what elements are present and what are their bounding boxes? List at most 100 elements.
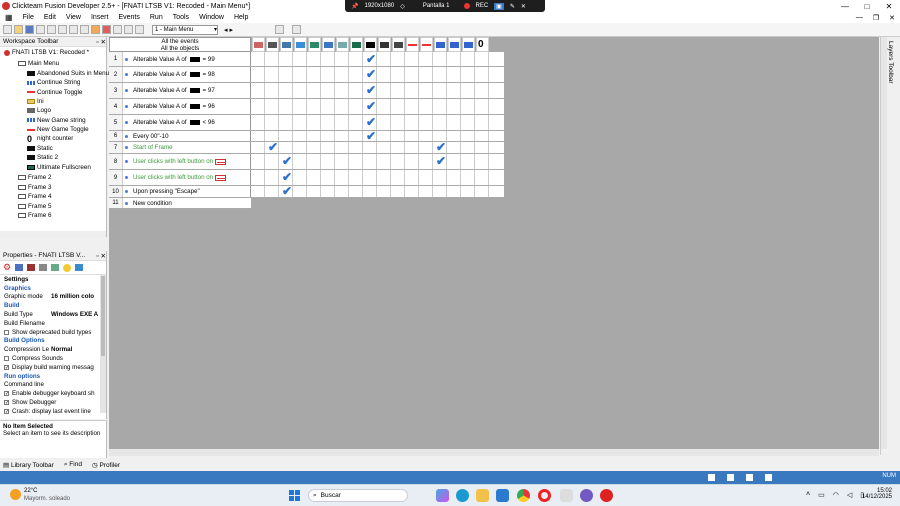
menu-minimize-icon[interactable]: — bbox=[851, 14, 868, 21]
tree-object-item[interactable]: 0 night counter bbox=[27, 134, 73, 144]
tree-object-item[interactable]: Static 2 bbox=[27, 153, 58, 162]
tree-frame-item[interactable]: Frame 2 bbox=[18, 173, 51, 182]
tree-object-item[interactable]: Logo bbox=[27, 106, 51, 115]
clickteam-icon[interactable] bbox=[600, 489, 613, 502]
build-icon[interactable] bbox=[113, 25, 122, 34]
event-condition[interactable]: User clicks with left button on bbox=[125, 154, 227, 169]
checkmark-icon[interactable]: ✔ bbox=[282, 170, 292, 184]
pin-icon[interactable]: 📌 bbox=[351, 3, 358, 10]
tree-object-item[interactable]: Continue Toggle bbox=[27, 88, 82, 97]
property-value[interactable]: Windows EXE A bbox=[51, 311, 98, 318]
save-icon[interactable] bbox=[25, 25, 34, 34]
menu-insert[interactable]: Insert bbox=[86, 14, 114, 21]
redo-icon[interactable] bbox=[80, 25, 89, 34]
menu-tools[interactable]: Tools bbox=[168, 14, 194, 21]
checkmark-icon[interactable]: ✔ bbox=[282, 154, 292, 168]
tree-object-item[interactable]: Static bbox=[27, 144, 53, 153]
maximize-button[interactable]: □ bbox=[856, 0, 878, 12]
start-icon[interactable] bbox=[289, 490, 300, 501]
create-icon[interactable] bbox=[308, 37, 321, 52]
event-row[interactable]: 9 User clicks with left button on bbox=[109, 170, 504, 186]
paste-icon[interactable] bbox=[58, 25, 67, 34]
opera-icon[interactable] bbox=[538, 489, 551, 502]
event-row[interactable]: 2 Alterable Value A of = 98 bbox=[109, 67, 504, 83]
checkbox[interactable]: ✓ bbox=[4, 364, 9, 370]
property-value[interactable]: 16 million colo bbox=[51, 293, 94, 300]
event-condition[interactable]: Start of Frame bbox=[125, 142, 173, 153]
event-row[interactable]: 5 Alterable Value A of < 96 bbox=[109, 115, 504, 131]
property-row[interactable]: ✓ Enable debugger keyboard sh bbox=[0, 389, 106, 398]
tree-frame-item[interactable]: Frame 5 bbox=[18, 202, 51, 211]
checkmark-icon[interactable]: ✔ bbox=[282, 184, 292, 198]
checkbox[interactable] bbox=[4, 329, 9, 335]
tree-frame-item[interactable]: Frame 4 bbox=[18, 192, 51, 201]
property-row[interactable]: Build Filename bbox=[0, 319, 106, 328]
app-icon[interactable] bbox=[580, 489, 593, 502]
checkmark-icon[interactable]: ✔ bbox=[366, 67, 376, 81]
new-game-toggle-icon[interactable] bbox=[420, 37, 433, 52]
find-tab[interactable]: ⌕ Find bbox=[64, 461, 82, 469]
run-app-icon[interactable] bbox=[91, 25, 100, 34]
rec-button[interactable]: REC bbox=[476, 3, 489, 9]
hscroll[interactable] bbox=[109, 449, 879, 456]
player-icon[interactable] bbox=[336, 37, 349, 52]
event-row[interactable]: 11 New condition bbox=[109, 198, 251, 209]
chrome-icon[interactable] bbox=[517, 489, 530, 502]
checkbox[interactable]: ✓ bbox=[4, 408, 9, 414]
menu-edit[interactable]: Edit bbox=[39, 14, 61, 21]
event-view-icon[interactable] bbox=[292, 25, 302, 34]
tree-object-item[interactable]: Continue String bbox=[27, 78, 80, 87]
checkmark-icon[interactable]: ✔ bbox=[366, 129, 376, 143]
app-icon[interactable] bbox=[560, 489, 573, 502]
night-counter-icon[interactable]: 0 bbox=[476, 37, 489, 52]
checkbox[interactable]: ✓ bbox=[4, 400, 9, 406]
event-condition[interactable]: Upon pressing "Escape" bbox=[125, 186, 200, 197]
storyboard-icon[interactable] bbox=[280, 37, 293, 52]
event-row[interactable]: 1 Alterable Value A of = 99 bbox=[109, 52, 504, 67]
grid-icon[interactable] bbox=[135, 25, 144, 34]
panel-controls-icon[interactable]: ▫ ✕ bbox=[96, 38, 106, 46]
checkmark-icon[interactable]: ✔ bbox=[268, 140, 278, 154]
keyboard-icon[interactable] bbox=[322, 37, 335, 52]
ws-hscroll[interactable] bbox=[0, 231, 106, 237]
tree-app[interactable]: FNATI LTSB V1: Recoded * bbox=[4, 48, 89, 57]
open-icon[interactable] bbox=[14, 25, 23, 34]
runtime-tab-icon[interactable] bbox=[27, 264, 36, 271]
copilot-icon[interactable] bbox=[436, 489, 449, 502]
minimize-button[interactable]: — bbox=[834, 0, 856, 12]
menu-view[interactable]: View bbox=[61, 14, 86, 21]
ultimate-fullscreen-icon[interactable] bbox=[350, 37, 363, 52]
event-condition[interactable]: Alterable Value A of = 96 bbox=[125, 99, 215, 114]
values-tab-icon[interactable] bbox=[39, 264, 48, 271]
run-frame-icon[interactable] bbox=[102, 25, 111, 34]
checkbox[interactable]: ✓ bbox=[4, 391, 9, 397]
window-tab-icon[interactable] bbox=[15, 264, 24, 271]
timer-icon[interactable] bbox=[294, 37, 307, 52]
weather-icon[interactable] bbox=[10, 489, 21, 500]
panel-controls-icon[interactable]: ▫ ✕ bbox=[96, 252, 106, 260]
test-icon[interactable] bbox=[124, 25, 133, 34]
new-game-string-icon[interactable] bbox=[448, 37, 461, 52]
pen-icon[interactable]: ✎ bbox=[510, 3, 515, 10]
chevron-up-icon[interactable]: ˄ bbox=[806, 491, 810, 499]
copy-icon[interactable] bbox=[47, 25, 56, 34]
undo-icon[interactable] bbox=[69, 25, 78, 34]
static-icon[interactable] bbox=[378, 37, 391, 52]
tree-frame-item[interactable]: Frame 3 bbox=[18, 183, 51, 192]
checkmark-icon[interactable]: ✔ bbox=[436, 154, 446, 168]
tree-object-item[interactable]: New Game string bbox=[27, 116, 86, 125]
event-row[interactable]: 3 Alterable Value A of = 97 bbox=[109, 83, 504, 99]
checkmark-icon[interactable]: ✔ bbox=[436, 140, 446, 154]
continue-toggle-icon[interactable] bbox=[406, 37, 419, 52]
menu-help[interactable]: Help bbox=[229, 14, 253, 21]
explorer-icon[interactable] bbox=[476, 489, 489, 502]
close-icon[interactable]: ✕ bbox=[521, 3, 526, 10]
property-value[interactable]: Normal bbox=[51, 346, 72, 353]
profiler-tab[interactable]: ◷ Profiler bbox=[92, 461, 120, 469]
settings-tab-icon[interactable]: ⚙ bbox=[3, 262, 11, 273]
menu-run[interactable]: Run bbox=[145, 14, 168, 21]
next-frame-icon[interactable]: ▸ bbox=[230, 26, 234, 34]
property-row[interactable]: Show deprecated build types bbox=[0, 328, 106, 337]
props-scrollbar[interactable] bbox=[100, 275, 106, 413]
edge-icon[interactable] bbox=[456, 489, 469, 502]
